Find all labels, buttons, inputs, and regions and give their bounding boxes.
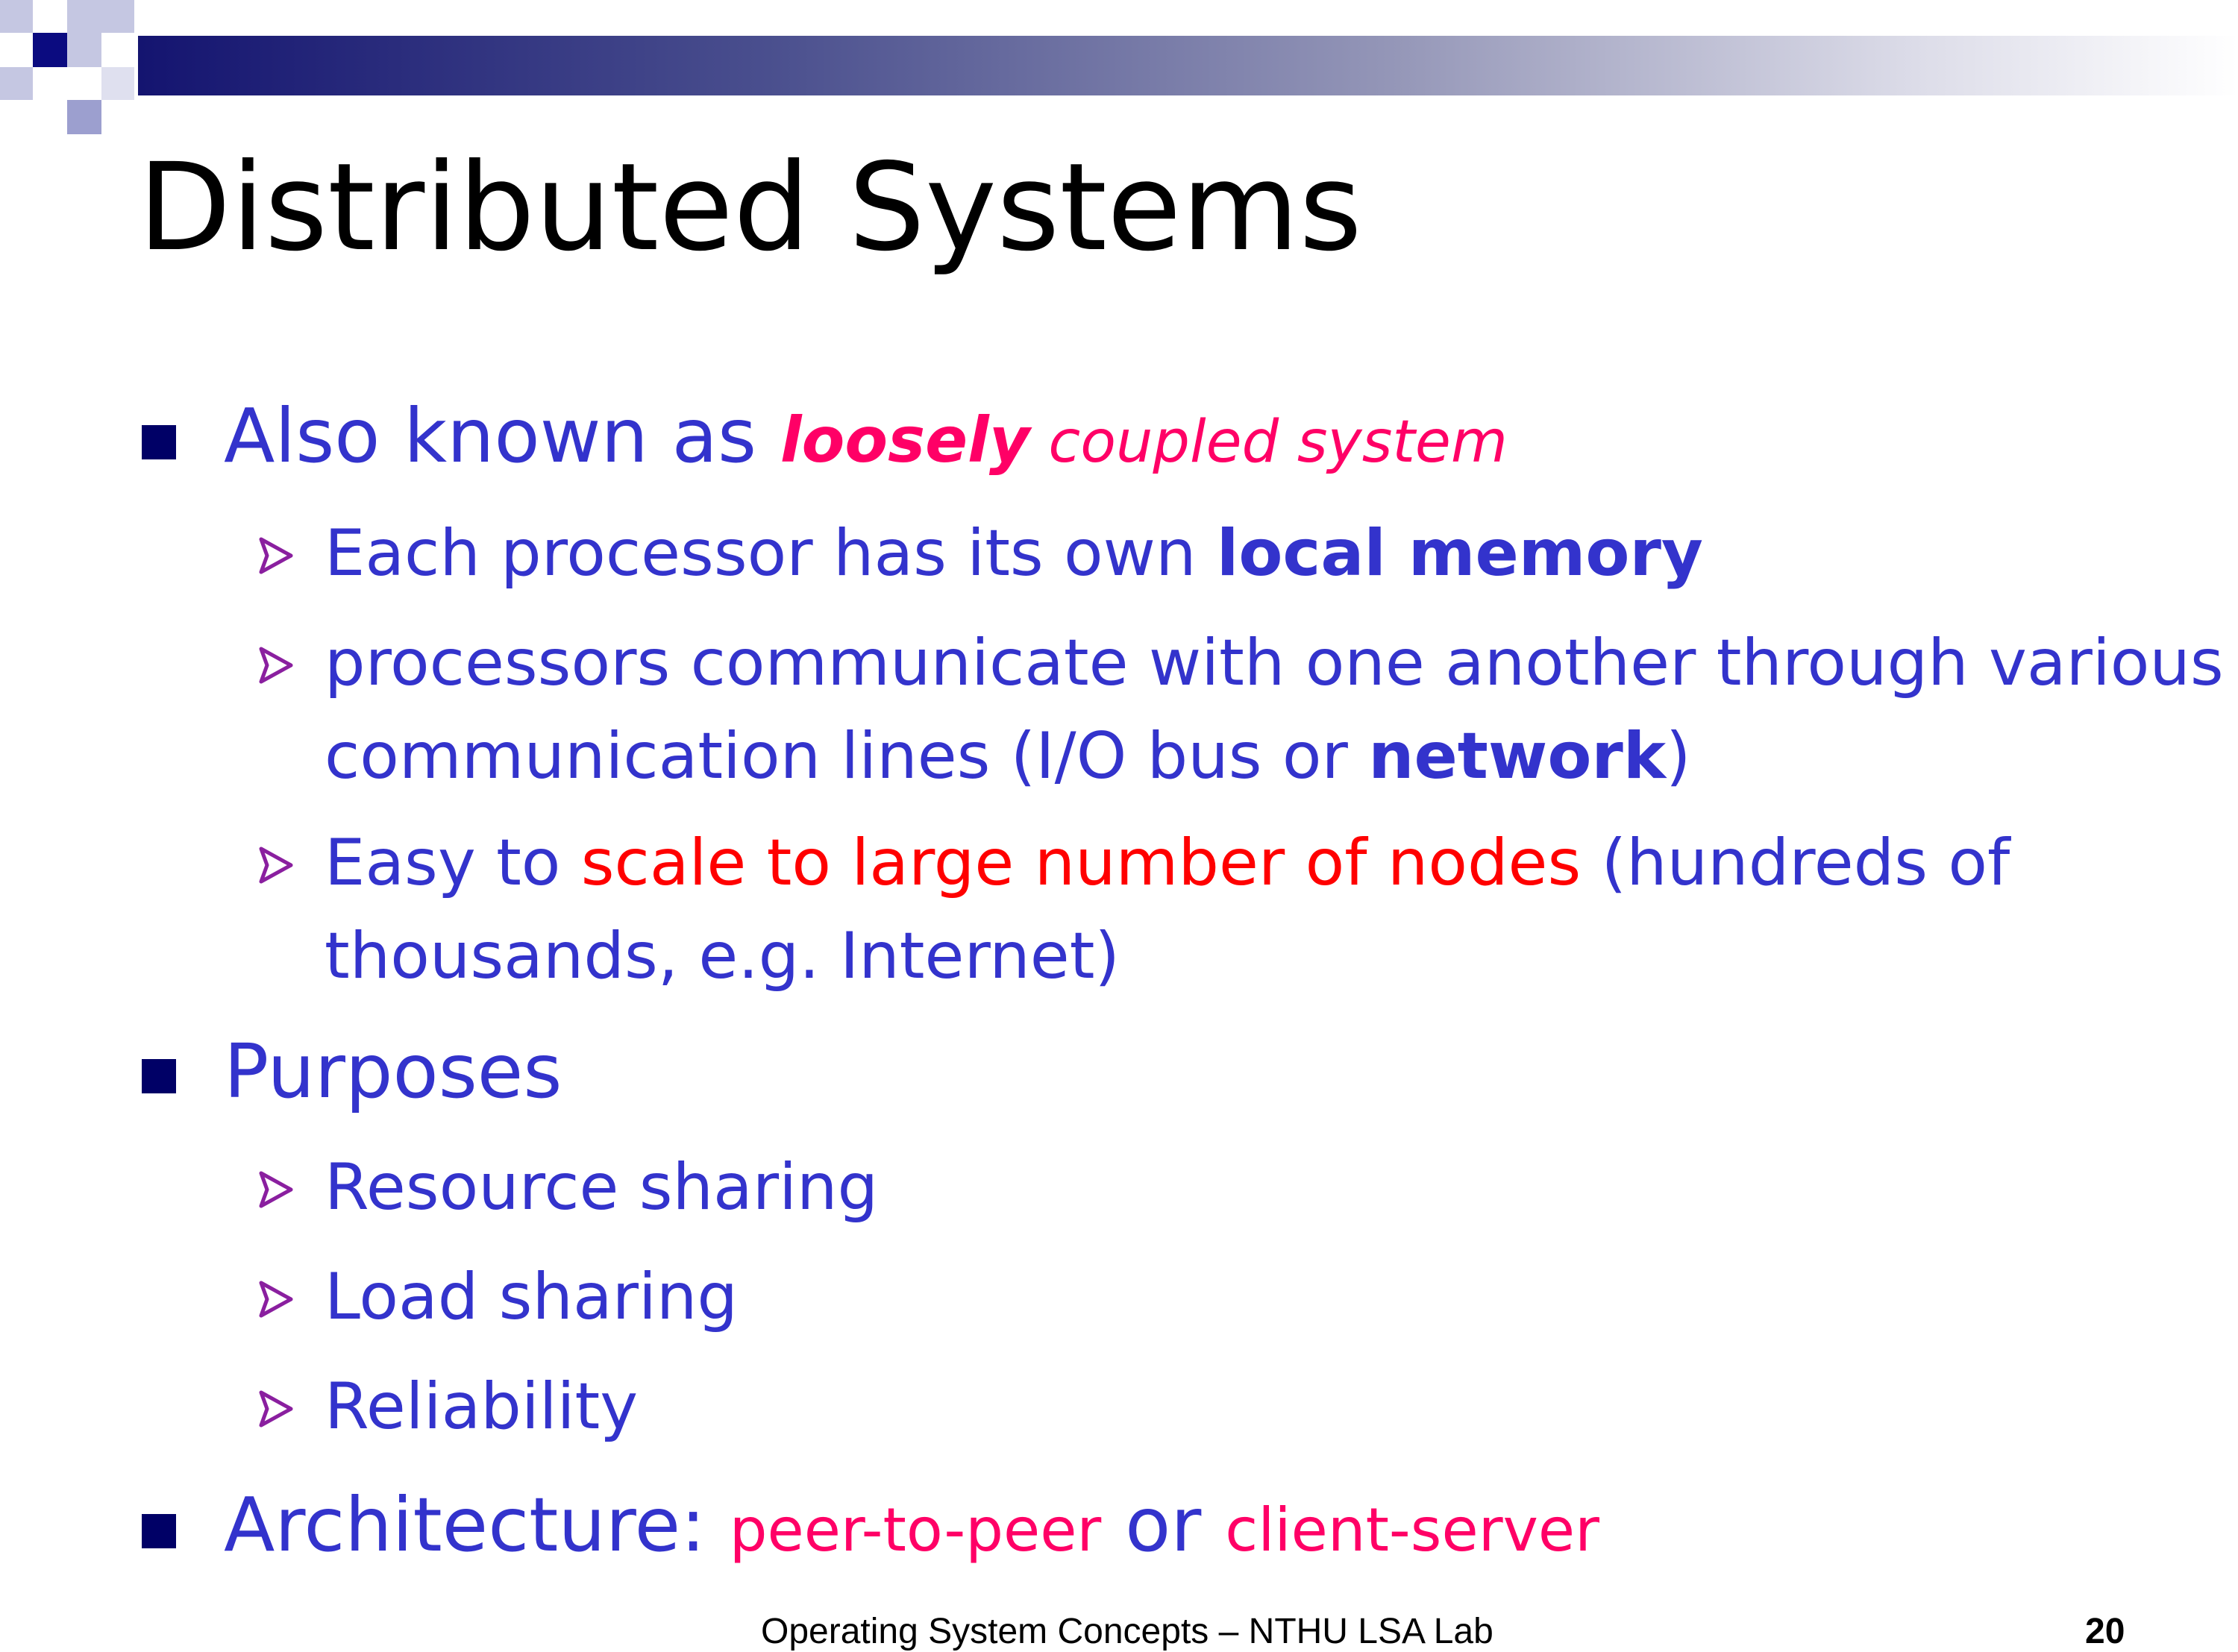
square-bullet-icon [142,1059,176,1093]
footer-text: Operating System Concepts – NTHU LSA Lab [761,1612,1493,1651]
sub-bullet-scale: Easy to scale to large number of nodes (… [325,817,2010,1002]
option-client-server: client-server [1225,1495,1600,1565]
arrow-bullet-icon [259,1171,293,1208]
sub-bullet-communication: processors communicate with one another … [325,617,2224,803]
sub-bullet-line: processors communicate with one another … [325,626,2224,700]
arrow-bullet-icon [259,1281,293,1318]
option-peer-to-peer: peer-to-peer [729,1495,1102,1565]
arrow-bullet-icon [259,847,293,884]
header-square-decoration [33,33,67,67]
bold-local-memory: local memory [1216,516,1703,591]
header-gradient-bar [138,36,2238,95]
slide-title: Distributed Systems [138,138,1362,278]
bullet-text: Architecture: [224,1481,730,1568]
arrow-bullet-icon [259,1390,293,1428]
header-square-decoration [101,67,134,100]
emphasis-scale: scale to large number of nodes [580,826,1582,900]
header-square-decoration [67,33,101,67]
page-number: 20 [2085,1612,2125,1651]
bullet-loosely-coupled: Also known as loosely coupled system [224,399,1508,474]
sub-bullet-text: communication lines (I/O bus or [325,718,1369,794]
sub-bullet-line: thousands, e.g. Internet) [325,918,1120,993]
sub-bullet-local-memory: Each processor has its own local memory [325,507,1703,600]
sub-bullet-text: (hundreds of [1581,826,2010,900]
header-square-decoration [0,67,33,100]
emphasis-coupled-system: coupled system [1029,409,1508,476]
sub-bullet-line: communication lines (I/O bus or network) [325,710,2224,803]
square-bullet-icon [142,425,176,459]
sub-bullet-resource-sharing: Resource sharing [325,1150,879,1225]
sub-bullet-text: ) [1666,718,1691,794]
header-square-decoration [67,0,134,33]
square-bullet-icon [142,1514,176,1548]
sub-bullet-reliability: Reliability [325,1369,639,1444]
bullet-text: Also known as [224,392,780,480]
bullet-architecture: Architecture: peer-to-peer or client-ser… [224,1488,1599,1563]
header-square-decoration [67,100,101,134]
bullet-purposes: Purposes [224,1028,562,1115]
bullet-text: or [1101,1481,1226,1568]
sub-bullet-line: Easy to scale to large number of nodes (… [325,817,2010,910]
slide: Distributed Systems Also known as loosel… [0,0,2238,1651]
arrow-bullet-icon [259,647,293,684]
bold-network: network [1368,718,1667,794]
header-square-decoration [0,0,33,33]
sub-bullet-load-sharing: Load sharing [325,1260,739,1334]
sub-bullet-text: Each processor has its own [325,516,1217,591]
arrow-bullet-icon [259,537,293,574]
emphasis-loosely: loosely [780,403,1030,477]
sub-bullet-text: Easy to [325,826,581,900]
